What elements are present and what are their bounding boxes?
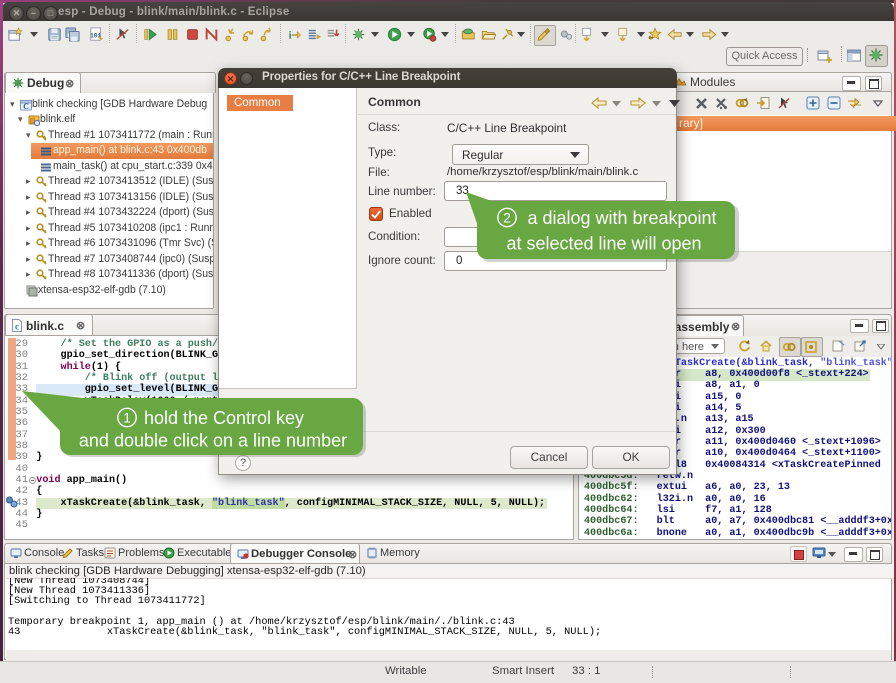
svg-text:c: c: [15, 322, 19, 332]
svg-text:i: i: [289, 30, 292, 41]
svg-text:C: C: [23, 102, 29, 111]
